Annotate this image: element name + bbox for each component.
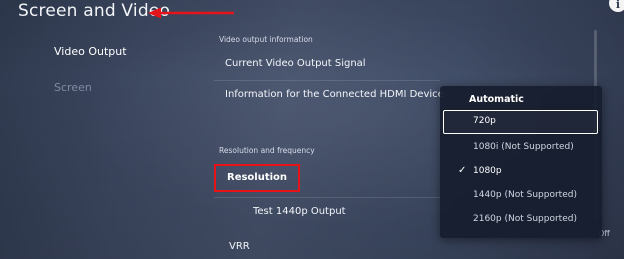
option-1080p[interactable]: ✓ 1080p (440, 160, 602, 184)
vrr-row[interactable]: VRR (229, 241, 250, 252)
option-label: 1440p (Not Supported) (473, 190, 577, 200)
resolution-row[interactable]: Resolution (227, 172, 287, 183)
option-2160p[interactable]: 2160p (Not Supported) (440, 208, 602, 232)
option-label: 2160p (Not Supported) (473, 214, 577, 224)
checkmark-icon: ✓ (458, 165, 467, 176)
connected-hdmi-device-row[interactable]: Information for the Connected HDMI Devic… (225, 89, 444, 100)
current-video-output-signal-row[interactable]: Current Video Output Signal (225, 58, 366, 69)
section-label-resolution-frequency: Resolution and frequency (219, 146, 315, 155)
option-label: 1080i (Not Supported) (473, 142, 574, 152)
dropdown-header-automatic[interactable]: Automatic (440, 88, 602, 112)
row-divider (214, 197, 440, 198)
sidebar-item-screen[interactable]: Screen (54, 81, 92, 94)
option-720p[interactable]: 720p (443, 110, 598, 134)
dropdown-header-label: Automatic (469, 94, 524, 105)
option-1080i[interactable]: 1080i (Not Supported) (440, 136, 602, 160)
option-label: 1080p (473, 166, 502, 176)
option-1440p[interactable]: 1440p (Not Supported) (440, 184, 602, 208)
red-arrow-icon (148, 7, 234, 19)
test-1440p-output-row[interactable]: Test 1440p Output (253, 206, 346, 217)
resolution-dropdown-menu: Automatic 720p 1080i (Not Supported) ✓ 1… (440, 86, 602, 238)
option-label: 720p (473, 116, 496, 126)
sidebar-item-video-output[interactable]: Video Output (54, 45, 127, 58)
section-label-video-output-info: Video output information (219, 35, 313, 44)
info-icon[interactable]: i (609, 0, 624, 12)
row-divider (214, 80, 440, 81)
